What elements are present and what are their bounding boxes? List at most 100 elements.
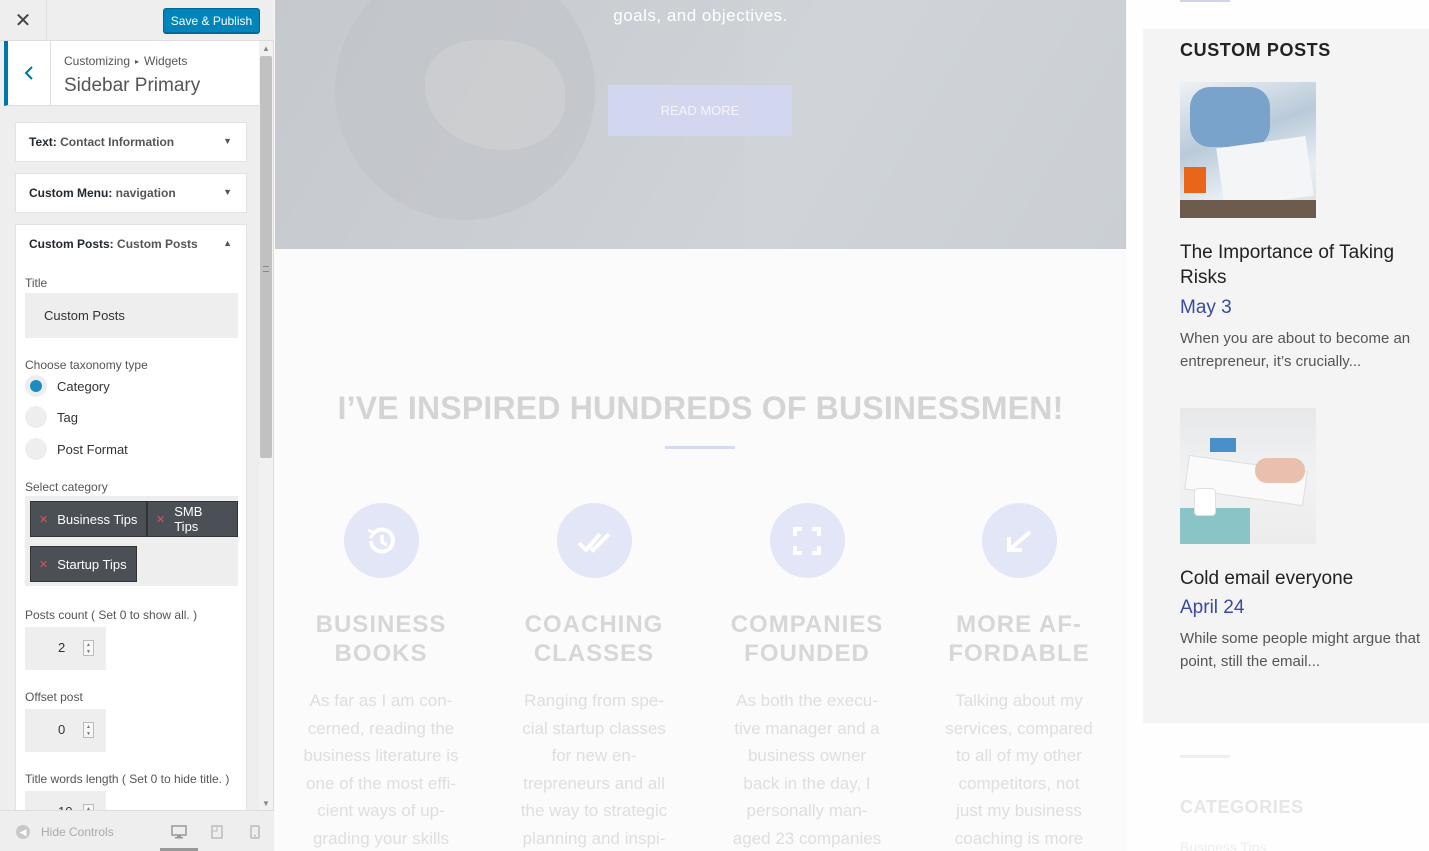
feature-description: As both the execu- tive manager and a bu… bbox=[722, 687, 892, 851]
stepper-icon[interactable]: ▲▼ bbox=[83, 722, 94, 738]
widget-custom-menu[interactable]: Custom Menu: navigation ▼ bbox=[15, 173, 247, 213]
mobile-icon[interactable] bbox=[247, 824, 263, 840]
caret-up-icon[interactable]: ▲ bbox=[223, 238, 232, 248]
post-thumbnail[interactable] bbox=[1180, 408, 1316, 544]
post-date: May 3 bbox=[1180, 297, 1232, 318]
save-publish-button[interactable]: Save & Publish bbox=[163, 8, 260, 33]
scroll-grip-icon bbox=[263, 266, 269, 272]
section-headline: I’VE INSPIRED HUNDREDS OF BUSINESSMEN! bbox=[337, 390, 1064, 426]
offset-label: Offset post bbox=[25, 690, 83, 704]
feature-desc-line: cient ways of up- bbox=[317, 801, 445, 820]
category-tag[interactable]: ✕ Startup Tips bbox=[30, 546, 137, 582]
feature-companies-founded: COMPANIES FOUNDED As both the execu- tiv… bbox=[717, 503, 897, 851]
feature-desc-line: for new en- bbox=[551, 746, 637, 765]
radio-selected-icon[interactable] bbox=[25, 375, 47, 397]
remove-icon[interactable]: ✕ bbox=[156, 513, 165, 526]
custom-posts-title: CUSTOM POSTS bbox=[1180, 40, 1331, 60]
feature-desc-line: cial startup classes bbox=[522, 718, 666, 738]
radio-label: Post Format bbox=[57, 441, 128, 457]
widget-type: Custom Posts: bbox=[29, 237, 114, 251]
post-excerpt: When you are about to become an entrepre… bbox=[1180, 330, 1411, 370]
caret-down-icon[interactable]: ▼ bbox=[223, 187, 232, 197]
post-thumbnail[interactable] bbox=[1180, 82, 1316, 218]
feature-desc-line: grading your skills bbox=[312, 828, 450, 848]
scroll-thumb[interactable] bbox=[260, 56, 272, 458]
breadcrumb-root: Customizing bbox=[64, 54, 131, 68]
feature-title-line: BOOKS bbox=[334, 640, 428, 667]
feature-description: As far as I am con- cerned, reading the … bbox=[296, 687, 466, 851]
feature-title-line: FORDABLE bbox=[948, 640, 1090, 667]
hide-controls-button[interactable]: ◀ Hide Controls bbox=[16, 825, 114, 839]
feature-desc-line: to all of my other bbox=[956, 746, 1082, 765]
feature-title-line: CLASSES bbox=[533, 640, 655, 667]
category-label: Select category bbox=[25, 480, 108, 494]
feature-desc-line: services, compared bbox=[945, 718, 1093, 738]
radio-icon[interactable] bbox=[25, 406, 47, 428]
tablet-icon[interactable] bbox=[209, 824, 225, 840]
radio-label: Tag bbox=[57, 409, 78, 425]
chevron-left-icon bbox=[24, 66, 33, 80]
taxonomy-option-tag[interactable]: Tag bbox=[25, 406, 78, 428]
feature-description: Talking about my services, compared to a… bbox=[934, 687, 1104, 851]
history-icon bbox=[343, 503, 419, 578]
taxonomy-option-category[interactable]: Category bbox=[25, 375, 110, 397]
scroll-up-icon[interactable]: ▲ bbox=[259, 41, 273, 55]
feature-desc-line: just my business bbox=[956, 801, 1082, 820]
posts-count-input[interactable]: 2 ▲ ▼ bbox=[25, 627, 106, 670]
category-select[interactable]: ✕ Business Tips ✕ SMB Tips ✕ Startup Tip… bbox=[25, 496, 238, 586]
post-title-link[interactable]: Cold email everyone bbox=[1180, 566, 1420, 591]
taxonomy-option-post-format[interactable]: Post Format bbox=[25, 438, 128, 460]
categories-title: CATEGORIES bbox=[1180, 797, 1304, 817]
feature-desc-line: Talking about my bbox=[955, 691, 1083, 710]
arrow-down-left-icon bbox=[981, 503, 1057, 578]
close-customizer-button[interactable]: ✕ bbox=[0, 0, 47, 41]
widget-name: navigation bbox=[115, 186, 176, 200]
hero-section: goals, and objectives. READ MORE bbox=[275, 0, 1126, 249]
remove-icon[interactable]: ✕ bbox=[39, 513, 48, 526]
widget-custom-posts[interactable]: Custom Posts: Custom Posts ▲ bbox=[15, 224, 247, 264]
desktop-icon[interactable] bbox=[171, 824, 187, 840]
widget-type: Custom Menu: bbox=[29, 186, 113, 200]
post-title-link[interactable]: The Importance of Taking Risks bbox=[1180, 240, 1420, 290]
feature-more-affordable: MORE AF- FORDABLE Talking about my servi… bbox=[929, 503, 1109, 851]
scroll-down-icon[interactable]: ▼ bbox=[259, 796, 273, 810]
widget-name: Custom Posts bbox=[117, 237, 198, 251]
widget-text-contact[interactable]: Text: Contact Information ▼ bbox=[15, 122, 247, 162]
main-content: I’VE INSPIRED HUNDREDS OF BUSINESSMEN! B… bbox=[275, 249, 1126, 851]
category-tag-label: SMB Tips bbox=[174, 504, 203, 534]
widget-type: Text: bbox=[29, 135, 57, 149]
feature-title-line: COACHING bbox=[524, 611, 664, 638]
widget-title: Text: Contact Information bbox=[29, 135, 174, 149]
double-check-icon bbox=[556, 503, 632, 578]
feature-desc-line: personally man- bbox=[746, 801, 868, 820]
feature-title-line: MORE AF- bbox=[956, 611, 1082, 638]
category-tag-label: Startup Tips bbox=[57, 556, 127, 572]
title-label: Title bbox=[25, 276, 48, 290]
post-excerpt: While some people might argue that point… bbox=[1180, 630, 1421, 670]
feature-coaching-classes: COACHING CLASSES Ranging from spe- cial … bbox=[504, 503, 684, 851]
radio-icon[interactable] bbox=[25, 438, 47, 460]
category-tag[interactable]: ✕ SMB Tips bbox=[147, 501, 238, 537]
widget-name: Contact Information bbox=[60, 135, 175, 149]
sidebar-divider bbox=[1180, 755, 1230, 758]
category-tag-label: Business Tips bbox=[57, 511, 138, 527]
feature-title: COMPANIES FOUNDED bbox=[717, 610, 897, 668]
title-input[interactable]: Custom Posts bbox=[25, 293, 238, 338]
read-more-button[interactable]: READ MORE bbox=[608, 85, 792, 136]
sidebar-divider bbox=[1180, 0, 1230, 2]
offset-input[interactable]: 0 ▲ ▼ bbox=[25, 709, 106, 752]
posts-count-label: Posts count ( Set 0 to show all. ) bbox=[25, 608, 198, 622]
section-header: Customizing ▸ Widgets Sidebar Primary bbox=[4, 41, 259, 106]
feature-desc-line: competitors, not bbox=[958, 773, 1080, 793]
back-button[interactable] bbox=[8, 41, 51, 105]
caret-down-icon[interactable]: ▼ bbox=[223, 136, 232, 146]
category-tag[interactable]: ✕ Business Tips bbox=[30, 501, 148, 537]
remove-icon[interactable]: ✕ bbox=[39, 558, 48, 571]
expand-icon bbox=[769, 503, 845, 578]
feature-desc-line: business literature is bbox=[303, 746, 459, 765]
panel-scrollbar[interactable]: ▲ ▼ bbox=[259, 41, 273, 810]
stepper-icon[interactable]: ▲▼ bbox=[83, 640, 94, 656]
category-link[interactable]: Business Tips bbox=[1180, 839, 1266, 851]
preview-sidebar: CUSTOM POSTS The Importance of Taking Ri… bbox=[1127, 0, 1429, 851]
feature-desc-line: Ranging from spe- bbox=[524, 691, 664, 710]
